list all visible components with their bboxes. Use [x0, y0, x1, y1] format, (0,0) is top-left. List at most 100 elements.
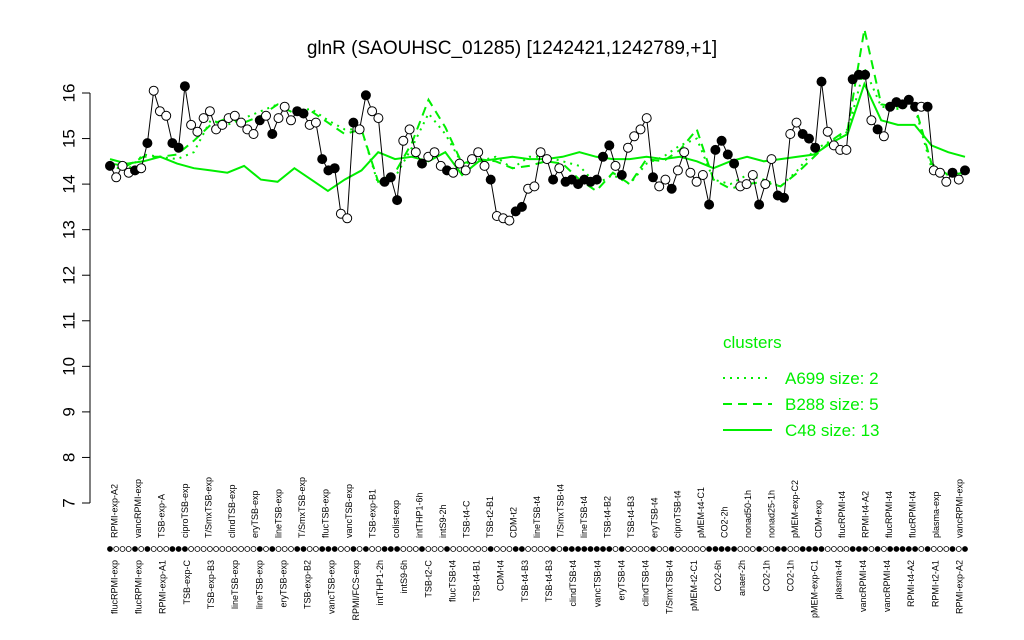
rug-marker [943, 546, 950, 552]
x-label-bottom: plasma-t4 [834, 560, 844, 600]
data-point [616, 170, 627, 180]
rug-marker [612, 546, 619, 552]
rug-marker [331, 546, 338, 552]
x-label-top: T/SmxTSB-exp [203, 477, 213, 538]
rug-marker [793, 546, 800, 552]
chart-canvas: glnR (SAOUHSC_01285) [1242421,1242789,+1… [59, 28, 970, 621]
x-label-bottom: vancRPMI-t4 [882, 560, 892, 612]
x-label-top: vancTSB-exp [344, 484, 354, 538]
x-label-bottom: RPMI/FCS-exp [351, 560, 361, 621]
data-point [105, 160, 115, 171]
x-label-top: CO2-2h [720, 507, 730, 539]
rug-marker [213, 546, 220, 552]
x-label-bottom: CO2-1h [785, 560, 795, 592]
rug-marker [662, 546, 669, 552]
rug-marker [837, 546, 844, 552]
rug-marker [150, 546, 157, 552]
rug-marker [469, 546, 475, 552]
rug-marker [294, 546, 301, 552]
x-label-bottom: intTHP1-2h [375, 560, 385, 606]
x-label-top: TSB-t4-B2 [602, 496, 612, 538]
x-label-bottom: flucRPMI-exp [133, 560, 143, 614]
rug-marker [749, 546, 756, 552]
data-point [360, 90, 371, 101]
rug-marker [525, 546, 531, 552]
data-point [841, 144, 852, 155]
rug-marker [937, 546, 943, 552]
rug-marker [400, 546, 407, 552]
x-label-top: pMEM-exp-C2 [790, 480, 800, 538]
rug-marker [344, 546, 351, 552]
rug-marker [731, 546, 737, 552]
rug-marker [575, 546, 581, 552]
rug-marker [138, 546, 145, 552]
x-label-top: intS9-2h [438, 504, 448, 538]
rug-marker [244, 546, 251, 552]
data-point [766, 154, 777, 165]
y-tick-label: 9 [59, 407, 78, 416]
rug-marker [724, 546, 731, 552]
rug-marker [912, 546, 918, 552]
data-point [479, 160, 490, 171]
data-points [105, 69, 970, 226]
rug-marker [668, 546, 675, 552]
rug-marker [412, 546, 419, 552]
x-label-top: lineTSB-t4 [532, 496, 542, 538]
rug-marker [312, 546, 319, 552]
data-point [179, 81, 190, 92]
rug-marker [119, 546, 126, 552]
rug-marker [862, 546, 868, 552]
y-tick-label: 12 [59, 266, 78, 285]
data-point [878, 131, 889, 142]
data-point [192, 126, 203, 137]
x-label-bottom: lineTSB-exp [254, 560, 264, 609]
rug-marker [887, 546, 893, 552]
data-point [704, 199, 715, 210]
x-label-bottom: CDM-t4 [496, 560, 506, 591]
data-point [953, 174, 964, 185]
rug-marker [643, 546, 650, 552]
rug-marker [506, 546, 513, 552]
rug-marker [450, 546, 457, 552]
rug-marker [706, 546, 712, 552]
x-label-bottom: RPMI-t4-A2 [906, 560, 916, 607]
data-point [385, 172, 396, 183]
rug-marker [874, 546, 881, 552]
rug-marker [362, 546, 369, 552]
rug-marker [587, 546, 594, 552]
data-point [354, 124, 365, 135]
data-point [261, 110, 271, 121]
rug-marker [125, 546, 132, 552]
x-label-bottom: TSB-t4-B3 [520, 560, 530, 602]
y-tick-label: 8 [59, 453, 78, 462]
x-label-top: TSB-t2-B1 [485, 496, 495, 538]
x-label-top: eryTSB-t4 [649, 498, 659, 539]
data-point [922, 101, 933, 112]
rug-marker [893, 546, 900, 552]
rug-marker [456, 546, 463, 552]
rug-markers [107, 546, 968, 552]
rug-marker [818, 546, 825, 552]
rug-marker [675, 546, 681, 552]
x-label-bottom: vancTSB-t4 [592, 560, 602, 607]
rug-marker [625, 546, 631, 552]
rug-marker [718, 546, 725, 552]
rug-marker [256, 546, 263, 552]
x-label-bottom: pMEM-exp-C1 [809, 560, 819, 618]
rug-marker [175, 546, 182, 552]
x-label-top: colist-exp [391, 500, 401, 538]
data-point [310, 117, 321, 128]
x-label-bottom: T/SmxTSB-t4 [665, 560, 675, 614]
rug-marker [487, 546, 494, 552]
data-point [161, 110, 172, 121]
x-label-bottom: CO2-1h [761, 560, 771, 592]
rug-marker [618, 546, 625, 552]
data-point [286, 115, 296, 126]
x-label-bottom: TSB-t4-B3 [544, 560, 554, 602]
rug-marker [681, 546, 688, 552]
x-label-top: vancRPMI-exp [133, 479, 143, 538]
rug-marker [905, 546, 912, 552]
data-point [392, 195, 403, 206]
rug-marker [375, 546, 382, 552]
data-point [317, 154, 328, 165]
